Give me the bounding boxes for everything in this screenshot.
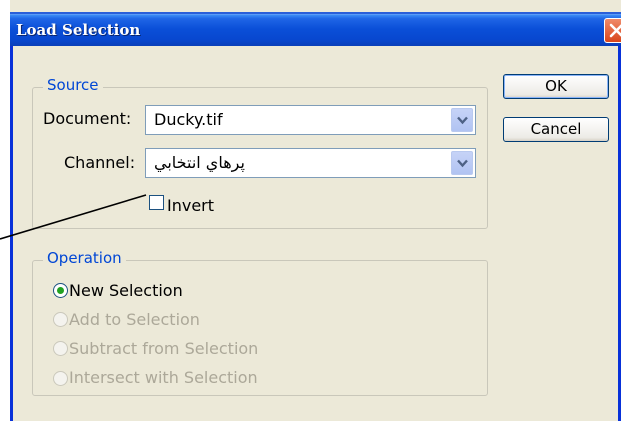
annotation-pointer-line bbox=[0, 194, 147, 240]
